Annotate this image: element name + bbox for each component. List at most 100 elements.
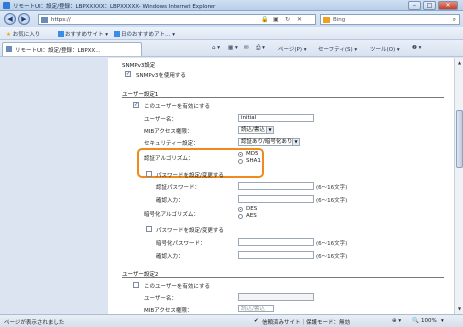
enc-confirm-input[interactable] <box>238 251 314 259</box>
tab-bar: リモートUI：設定/登録：LBPXX... ⌂ ▾ ▦ ▾ ✉ ⎙ ▾ ページ(… <box>0 40 463 57</box>
snmpv3-enable-label: SNMPv3を使用する <box>136 73 186 79</box>
enc-password-label: 暗号化パスワード： <box>156 241 206 247</box>
enc-password-change-checkbox[interactable] <box>146 226 152 232</box>
security-setting-label: セキュリティー設定： <box>144 141 199 147</box>
feeds-icon[interactable]: ▦ ▾ <box>228 45 238 51</box>
security-setting-select[interactable]: 認証あり/暗号化あり ▼ <box>238 138 300 146</box>
zoom-level[interactable]: 100% <box>421 318 437 324</box>
mib-access-value: 読込/書込 <box>241 127 265 133</box>
scroll-up-icon[interactable]: ▲ <box>456 59 463 66</box>
safety-menu[interactable]: セーフティ(S) ▾ <box>318 45 357 53</box>
favorites-label: お気に入り <box>12 32 41 38</box>
minimize-button[interactable]: – <box>408 1 421 10</box>
mib-access-label: MIBアクセス権限： <box>144 129 193 135</box>
web-slice-label: 日のおすすめアト… ▾ <box>121 32 176 38</box>
maximize-button[interactable]: □ <box>423 1 436 10</box>
forward-icon[interactable]: ▶ <box>18 13 30 25</box>
web-slice-button[interactable]: 日のおすすめアト… ▾ <box>114 30 175 38</box>
browser-tab[interactable]: リモートUI：設定/登録：LBPXX... <box>2 42 142 56</box>
mail-icon[interactable]: ✉ <box>244 45 249 51</box>
tab-favicon-icon <box>6 46 12 52</box>
auth-password-label: 認証パスワード： <box>156 185 201 191</box>
enc-des-radio[interactable] <box>238 207 243 212</box>
enc-password-change-label: パスワードを設定/変更する <box>156 228 224 234</box>
auth-md5-label: MD5 <box>246 151 259 157</box>
address-field[interactable]: https:// 🔒 ▣ ↻ ✕ <box>38 14 316 25</box>
enc-confirm-hint: (6〜16文字) <box>316 254 348 260</box>
window-title: リモートUI：設定/登録：LBPXXXXX：LBPXXXXX- Windows … <box>13 4 216 10</box>
user2-username-input[interactable] <box>238 293 314 301</box>
auth-md5-radio[interactable] <box>238 152 243 157</box>
auth-confirm-hint: (6〜16文字) <box>316 198 348 204</box>
left-navigation-pane <box>0 58 108 314</box>
user1-section-divider <box>122 97 444 98</box>
zoom-chevron-down-icon[interactable]: ▾ <box>441 318 444 324</box>
user2-enable-checkbox[interactable] <box>133 282 139 288</box>
scroll-thumb[interactable] <box>456 110 463 168</box>
back-icon[interactable]: ◀ <box>4 13 16 25</box>
tools-menu[interactable]: ツール(O) ▾ <box>370 45 400 53</box>
security-setting-value: 認証あり/暗号化あり <box>241 139 293 145</box>
search-input[interactable]: Bing ⌕ <box>320 14 460 25</box>
status-bar: ページが表示されました ✔ 信頼済みサイト｜保護モード：無効 ⊕ ▾ 🔍 100… <box>0 314 463 327</box>
auth-algorithm-label: 認証アルゴリズム： <box>144 156 194 162</box>
page-menu[interactable]: ページ(P) ▾ <box>278 45 307 53</box>
username-input[interactable]: initial <box>238 114 314 122</box>
user1-enable-label: このユーザーを有効にする <box>144 104 210 110</box>
help-menu[interactable]: ❷ ▾ <box>412 45 421 51</box>
favorites-button[interactable]: ★ お気に入り <box>6 30 40 38</box>
snmpv3-section-title: SNMPv3設定 <box>122 63 156 69</box>
tab-label: リモートUI：設定/登録：LBPXX... <box>15 48 101 54</box>
refresh-icon[interactable]: ↻ <box>285 16 290 23</box>
auth-sha1-radio[interactable] <box>238 159 243 164</box>
home-icon[interactable]: ⌂ ▾ <box>212 45 220 51</box>
enc-des-label: DES <box>246 206 258 212</box>
suggested-sites-button[interactable]: おすすめサイト ▾ <box>58 30 108 38</box>
auth-sha1-label: SHA1 <box>246 158 261 164</box>
close-button[interactable]: ✕ <box>438 1 458 10</box>
page-favicon-icon <box>41 17 48 23</box>
status-text: ページが表示されました <box>4 320 65 326</box>
enc-password-hint: (6〜16文字) <box>316 241 348 247</box>
username-label: ユーザー名： <box>144 117 177 123</box>
snmpv3-enable-checkbox[interactable]: ✓ <box>125 71 131 77</box>
enc-confirm-label: 確認入力： <box>156 254 184 260</box>
enc-password-input[interactable] <box>238 238 314 246</box>
auth-confirm-label: 確認入力： <box>156 198 184 204</box>
certificate-icon[interactable]: ▣ <box>273 16 279 23</box>
user2-mib-access-select[interactable]: 読込/書込 <box>238 305 274 312</box>
user2-section-divider <box>122 277 444 278</box>
security-zone-text[interactable]: 信頼済みサイト｜保護モード：無効 <box>262 318 350 326</box>
url-text: https:// <box>51 17 71 23</box>
user2-enable-label: このユーザーを有効にする <box>144 284 210 290</box>
user2-mib-access-value: 読込/書込 <box>241 306 265 312</box>
auth-confirm-input[interactable] <box>238 195 314 203</box>
encryption-algorithm-label: 暗号化アルゴリズム： <box>144 212 199 218</box>
zoom-icon: 🔍 <box>412 318 419 324</box>
suggested-sites-label: おすすめサイト ▾ <box>65 32 109 38</box>
enc-aes-radio[interactable] <box>238 214 243 219</box>
suggested-sites-icon <box>58 31 64 37</box>
print-icon[interactable]: ⎙ ▾ <box>256 45 265 52</box>
auth-password-input[interactable] <box>238 182 314 190</box>
auth-password-hint: (6〜16文字) <box>316 185 348 191</box>
auth-password-change-checkbox[interactable] <box>146 171 152 177</box>
trusted-zone-icon: ✔ <box>254 318 259 324</box>
stop-icon[interactable]: ✕ <box>297 16 302 23</box>
favorites-bar: ★ お気に入り おすすめサイト ▾ 日のおすすめアト… ▾ <box>0 27 463 40</box>
window-titlebar: リモートUI：設定/登録：LBPXXXXX：LBPXXXXX- Windows … <box>0 0 463 11</box>
auth-password-change-label: パスワードを設定/変更する <box>156 173 224 179</box>
protected-mode-icon[interactable]: ⊕ ▾ <box>392 318 401 324</box>
scroll-down-icon[interactable]: ▼ <box>456 305 463 312</box>
search-icon[interactable]: ⌕ <box>453 16 456 24</box>
address-toolbar: ◀ ▶ https:// 🔒 ▣ ↻ ✕ Bing ⌕ <box>0 11 463 27</box>
user2-mib-access-label: MIBアクセス権限： <box>144 308 193 314</box>
favorites-star-icon: ★ <box>6 32 11 38</box>
vertical-scrollbar[interactable]: ▲ ▼ <box>454 58 463 314</box>
lock-icon[interactable]: 🔒 <box>261 16 268 23</box>
web-slice-icon <box>114 31 120 37</box>
ie-app-icon <box>3 2 10 9</box>
user1-enable-checkbox[interactable]: ✓ <box>133 102 139 108</box>
mib-access-select[interactable]: 読込/書込 ▼ <box>238 126 274 134</box>
enc-aes-label: AES <box>246 213 257 219</box>
